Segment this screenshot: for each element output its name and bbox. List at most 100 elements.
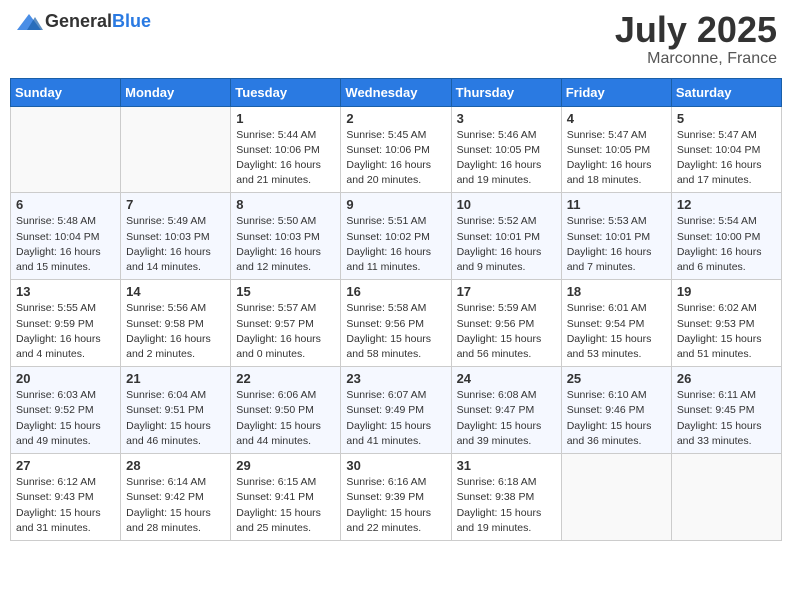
- day-number: 24: [457, 371, 556, 386]
- logo: GeneralBlue: [15, 10, 151, 34]
- calendar-cell: 22 Sunrise: 6:06 AM Sunset: 9:50 PM Dayli…: [231, 367, 341, 454]
- day-info: Sunrise: 6:14 AM Sunset: 9:42 PM Dayligh…: [126, 475, 225, 536]
- day-info: Sunrise: 6:08 AM Sunset: 9:47 PM Dayligh…: [457, 388, 556, 449]
- calendar-cell: [561, 454, 671, 541]
- calendar-cell: 24 Sunrise: 6:08 AM Sunset: 9:47 PM Dayli…: [451, 367, 561, 454]
- calendar-cell: [11, 106, 121, 193]
- calendar-cell: 12Sunrise: 5:54 AM Sunset: 10:00 PM Dayl…: [671, 193, 781, 280]
- day-number: 22: [236, 371, 335, 386]
- logo-icon: [15, 12, 43, 34]
- weekday-header-wednesday: Wednesday: [341, 78, 451, 106]
- day-number: 16: [346, 284, 445, 299]
- calendar-week-4: 20Sunrise: 6:03 AM Sunset: 9:52 PM Dayli…: [11, 367, 782, 454]
- day-number: 20: [16, 371, 115, 386]
- calendar-cell: 16 Sunrise: 5:58 AM Sunset: 9:56 PM Dayli…: [341, 280, 451, 367]
- day-number: 27: [16, 458, 115, 473]
- day-info: Sunrise: 6:04 AM Sunset: 9:51 PM Dayligh…: [126, 388, 225, 449]
- day-number: 19: [677, 284, 776, 299]
- weekday-header-row: SundayMondayTuesdayWednesdayThursdayFrid…: [11, 78, 782, 106]
- weekday-header-saturday: Saturday: [671, 78, 781, 106]
- calendar-cell: 2 Sunrise: 5:45 AM Sunset: 10:06 PM Dayli…: [341, 106, 451, 193]
- calendar-cell: 19 Sunrise: 6:02 AM Sunset: 9:53 PM Dayli…: [671, 280, 781, 367]
- day-info: Sunrise: 6:12 AM Sunset: 9:43 PM Dayligh…: [16, 475, 115, 536]
- day-number: 13: [16, 284, 115, 299]
- calendar-cell: 7 Sunrise: 5:49 AM Sunset: 10:03 PM Dayli…: [121, 193, 231, 280]
- day-info: Sunrise: 5:53 AM Sunset: 10:01 PM Daylig…: [567, 214, 666, 275]
- calendar-week-5: 27 Sunrise: 6:12 AM Sunset: 9:43 PM Dayli…: [11, 454, 782, 541]
- day-number: 7: [126, 197, 225, 212]
- day-number: 12: [677, 197, 776, 212]
- day-number: 23: [346, 371, 445, 386]
- calendar-cell: [121, 106, 231, 193]
- calendar-cell: 10Sunrise: 5:52 AM Sunset: 10:01 PM Dayl…: [451, 193, 561, 280]
- day-info: Sunrise: 5:47 AM Sunset: 10:05 PM Daylig…: [567, 128, 666, 189]
- day-number: 28: [126, 458, 225, 473]
- day-info: Sunrise: 6:06 AM Sunset: 9:50 PM Dayligh…: [236, 388, 335, 449]
- day-info: Sunrise: 6:18 AM Sunset: 9:38 PM Dayligh…: [457, 475, 556, 536]
- weekday-header-tuesday: Tuesday: [231, 78, 341, 106]
- logo-general: General: [45, 11, 112, 31]
- day-number: 2: [346, 111, 445, 126]
- calendar-cell: 27 Sunrise: 6:12 AM Sunset: 9:43 PM Dayli…: [11, 454, 121, 541]
- day-number: 14: [126, 284, 225, 299]
- day-info: Sunrise: 6:11 AM Sunset: 9:45 PM Dayligh…: [677, 388, 776, 449]
- day-number: 1: [236, 111, 335, 126]
- day-number: 4: [567, 111, 666, 126]
- day-info: Sunrise: 5:46 AM Sunset: 10:05 PM Daylig…: [457, 128, 556, 189]
- day-info: Sunrise: 5:58 AM Sunset: 9:56 PM Dayligh…: [346, 301, 445, 362]
- calendar-cell: 28 Sunrise: 6:14 AM Sunset: 9:42 PM Dayli…: [121, 454, 231, 541]
- calendar-cell: 11 Sunrise: 5:53 AM Sunset: 10:01 PM Dayl…: [561, 193, 671, 280]
- weekday-header-friday: Friday: [561, 78, 671, 106]
- day-info: Sunrise: 5:48 AM Sunset: 10:04 PM Daylig…: [16, 214, 115, 275]
- weekday-header-sunday: Sunday: [11, 78, 121, 106]
- page-header: GeneralBlue July 2025 Marconne, France: [10, 10, 782, 68]
- calendar-cell: 23Sunrise: 6:07 AM Sunset: 9:49 PM Dayli…: [341, 367, 451, 454]
- day-number: 5: [677, 111, 776, 126]
- day-number: 8: [236, 197, 335, 212]
- day-info: Sunrise: 5:49 AM Sunset: 10:03 PM Daylig…: [126, 214, 225, 275]
- day-info: Sunrise: 6:01 AM Sunset: 9:54 PM Dayligh…: [567, 301, 666, 362]
- day-info: Sunrise: 5:51 AM Sunset: 10:02 PM Daylig…: [346, 214, 445, 275]
- calendar-cell: 25 Sunrise: 6:10 AM Sunset: 9:46 PM Dayli…: [561, 367, 671, 454]
- day-info: Sunrise: 5:59 AM Sunset: 9:56 PM Dayligh…: [457, 301, 556, 362]
- calendar-cell: 17 Sunrise: 5:59 AM Sunset: 9:56 PM Dayli…: [451, 280, 561, 367]
- day-info: Sunrise: 5:44 AM Sunset: 10:06 PM Daylig…: [236, 128, 335, 189]
- location-title: Marconne, France: [615, 50, 777, 68]
- day-number: 17: [457, 284, 556, 299]
- calendar-cell: 13 Sunrise: 5:55 AM Sunset: 9:59 PM Dayli…: [11, 280, 121, 367]
- calendar-cell: [671, 454, 781, 541]
- calendar-cell: 18Sunrise: 6:01 AM Sunset: 9:54 PM Dayli…: [561, 280, 671, 367]
- calendar-cell: 4 Sunrise: 5:47 AM Sunset: 10:05 PM Dayli…: [561, 106, 671, 193]
- day-number: 10: [457, 197, 556, 212]
- day-info: Sunrise: 6:10 AM Sunset: 9:46 PM Dayligh…: [567, 388, 666, 449]
- day-number: 6: [16, 197, 115, 212]
- day-info: Sunrise: 6:15 AM Sunset: 9:41 PM Dayligh…: [236, 475, 335, 536]
- calendar-cell: 29Sunrise: 6:15 AM Sunset: 9:41 PM Dayli…: [231, 454, 341, 541]
- calendar-cell: 26 Sunrise: 6:11 AM Sunset: 9:45 PM Dayli…: [671, 367, 781, 454]
- day-number: 3: [457, 111, 556, 126]
- calendar-cell: 3 Sunrise: 5:46 AM Sunset: 10:05 PM Dayli…: [451, 106, 561, 193]
- weekday-header-thursday: Thursday: [451, 78, 561, 106]
- day-info: Sunrise: 5:55 AM Sunset: 9:59 PM Dayligh…: [16, 301, 115, 362]
- day-number: 31: [457, 458, 556, 473]
- weekday-header-monday: Monday: [121, 78, 231, 106]
- day-number: 11: [567, 197, 666, 212]
- day-number: 30: [346, 458, 445, 473]
- day-info: Sunrise: 5:47 AM Sunset: 10:04 PM Daylig…: [677, 128, 776, 189]
- calendar-cell: 14 Sunrise: 5:56 AM Sunset: 9:58 PM Dayli…: [121, 280, 231, 367]
- calendar-week-2: 6 Sunrise: 5:48 AM Sunset: 10:04 PM Dayli…: [11, 193, 782, 280]
- calendar-cell: 5 Sunrise: 5:47 AM Sunset: 10:04 PM Dayli…: [671, 106, 781, 193]
- day-number: 15: [236, 284, 335, 299]
- calendar-week-1: 1 Sunrise: 5:44 AM Sunset: 10:06 PM Dayli…: [11, 106, 782, 193]
- calendar-cell: 21Sunrise: 6:04 AM Sunset: 9:51 PM Dayli…: [121, 367, 231, 454]
- day-number: 25: [567, 371, 666, 386]
- logo-blue: Blue: [112, 11, 151, 31]
- day-info: Sunrise: 6:16 AM Sunset: 9:39 PM Dayligh…: [346, 475, 445, 536]
- calendar-cell: 1 Sunrise: 5:44 AM Sunset: 10:06 PM Dayli…: [231, 106, 341, 193]
- day-info: Sunrise: 6:02 AM Sunset: 9:53 PM Dayligh…: [677, 301, 776, 362]
- day-number: 26: [677, 371, 776, 386]
- month-title: July 2025: [615, 10, 777, 50]
- calendar-cell: 31 Sunrise: 6:18 AM Sunset: 9:38 PM Dayli…: [451, 454, 561, 541]
- day-info: Sunrise: 5:56 AM Sunset: 9:58 PM Dayligh…: [126, 301, 225, 362]
- day-info: Sunrise: 5:45 AM Sunset: 10:06 PM Daylig…: [346, 128, 445, 189]
